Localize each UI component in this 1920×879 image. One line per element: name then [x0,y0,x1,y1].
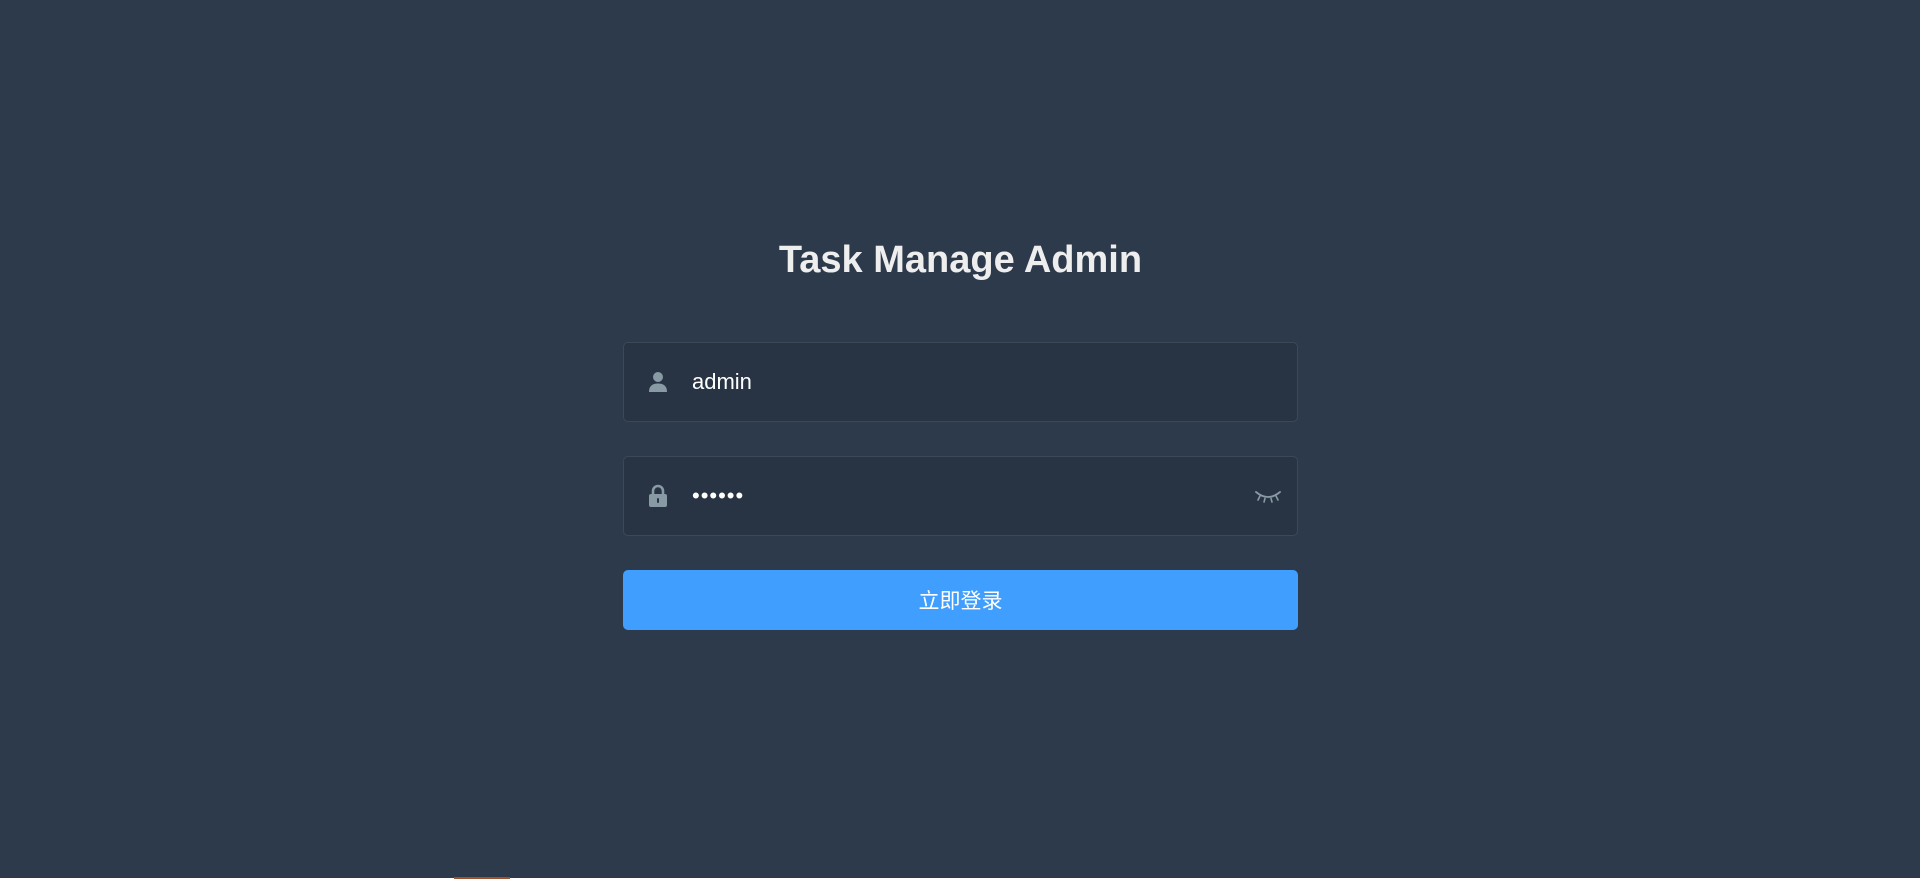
user-icon [647,370,669,394]
username-input[interactable]: admin [692,368,1297,396]
login-form: Task Manage Admin admin •••••• 立即登录 [623,236,1298,630]
eye-closed-icon[interactable] [1254,487,1282,505]
page-title: Task Manage Admin [778,239,1143,281]
lock-icon [647,484,669,508]
password-input[interactable]: •••••• [692,482,1254,510]
username-field[interactable]: admin [623,342,1298,422]
password-field[interactable]: •••••• [623,456,1298,536]
login-button[interactable]: 立即登录 [623,570,1298,630]
login-page: Task Manage Admin admin •••••• 立即登录 [0,0,1920,878]
